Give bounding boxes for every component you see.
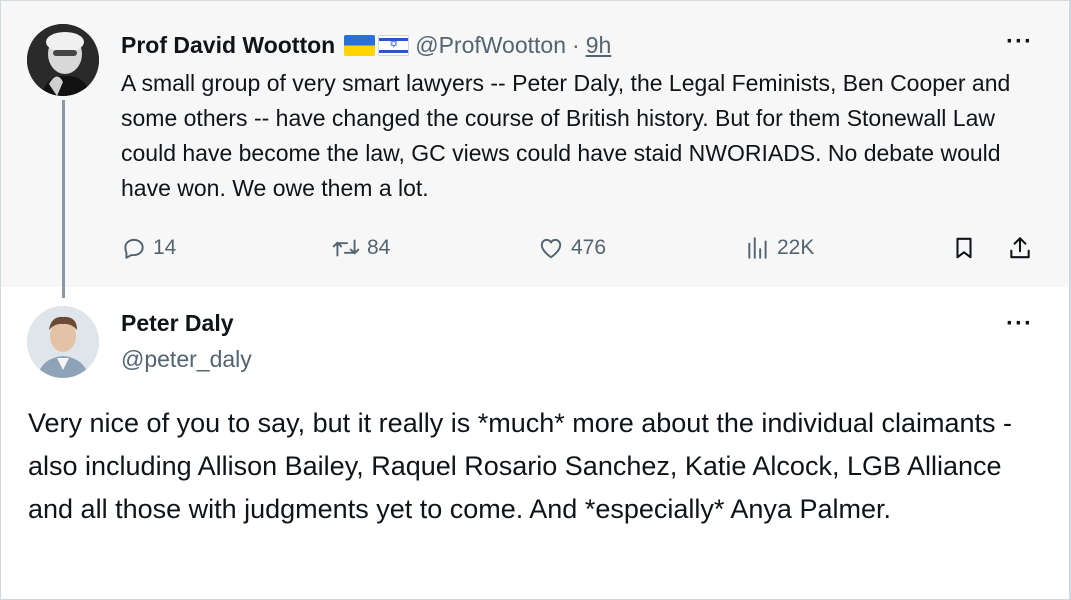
reply-tweet-text: Very nice of you to say, but it really i… (28, 408, 1012, 524)
name-flags: ✡ (344, 34, 410, 56)
share-button[interactable] (1007, 226, 1033, 270)
views-count: 22K (777, 236, 815, 259)
tweet-timestamp[interactable]: 9h (586, 32, 612, 59)
retweet-count: 84 (367, 236, 391, 259)
bookmark-button[interactable] (951, 226, 977, 270)
thread-connector-line (62, 100, 65, 298)
avatar-peter-daly[interactable] (27, 306, 99, 378)
ukraine-flag-icon (344, 34, 376, 56)
like-count: 476 (571, 236, 607, 259)
header-separator: · (572, 31, 580, 58)
reply-author-display-name[interactable]: Peter Daly (121, 310, 234, 337)
share-icon (1007, 234, 1033, 262)
author-display-name[interactable]: Prof David Wootton (121, 32, 335, 59)
parent-tweet-text: A small group of very smart lawyers -- P… (121, 70, 1011, 201)
heart-icon (537, 235, 565, 261)
avatar-prof-david-wootton[interactable] (27, 24, 99, 96)
more-options-icon[interactable]: ··· (1006, 30, 1033, 54)
israel-flag-icon: ✡ (378, 34, 410, 56)
views-button[interactable]: 22K (745, 226, 814, 270)
author-handle[interactable]: @ProfWootton (415, 32, 566, 59)
views-icon (745, 235, 771, 261)
retweet-icon (331, 235, 361, 261)
reply-button[interactable]: 14 (121, 226, 176, 270)
bookmark-icon (951, 234, 977, 262)
like-button[interactable]: 476 (537, 226, 606, 270)
retweet-button[interactable]: 84 (331, 226, 390, 270)
reply-icon (121, 235, 147, 261)
reply-author-handle[interactable]: @peter_daly (121, 346, 252, 373)
reply-count: 14 (153, 236, 177, 259)
reply-more-options-icon[interactable]: ··· (1006, 312, 1033, 336)
tweet-action-bar: 14 84 476 22K (121, 226, 1046, 270)
parent-tweet-header: Prof David Wootton ✡ @ProfWootton · 9h (121, 28, 611, 62)
